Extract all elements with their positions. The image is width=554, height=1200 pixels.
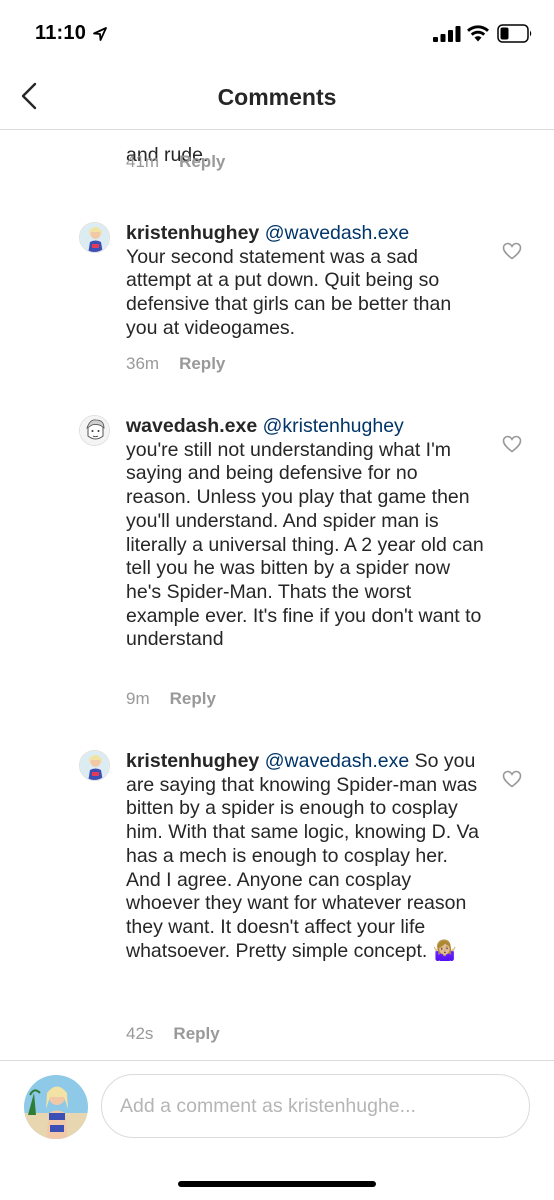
reply-button[interactable]: Reply xyxy=(173,1024,219,1043)
comment-username[interactable]: kristenhughey xyxy=(126,222,259,244)
location-arrow-icon xyxy=(93,27,107,41)
cellular-signal-icon xyxy=(433,26,461,42)
comment-meta: 36m Reply xyxy=(126,354,225,374)
comment-mention[interactable]: @wavedash.exe xyxy=(265,222,409,244)
heart-icon[interactable] xyxy=(502,242,522,260)
comment-username[interactable]: wavedash.exe xyxy=(126,415,257,437)
comment-mention[interactable]: @wavedash.exe xyxy=(265,750,409,772)
comment-age: 41m xyxy=(126,152,160,171)
comment-input[interactable] xyxy=(101,1074,530,1138)
comment-text: wavedash.exe @kristenhughey you're still… xyxy=(126,415,486,652)
heart-icon[interactable] xyxy=(502,770,522,788)
avatar[interactable] xyxy=(79,750,110,781)
comment-body: Your second statement was a sad attempt … xyxy=(126,245,452,339)
comment-mention[interactable]: @kristenhughey xyxy=(263,415,404,437)
reply-button[interactable]: Reply xyxy=(179,354,225,373)
comment-text: kristenhughey @wavedash.exe So you are s… xyxy=(126,750,486,963)
status-bar: 11:10 xyxy=(0,0,554,66)
nav-bar: Comments xyxy=(0,66,554,130)
avatar-image xyxy=(24,1075,88,1139)
avatar-image xyxy=(80,223,109,252)
home-indicator xyxy=(178,1181,376,1187)
page-title: Comments xyxy=(217,84,337,110)
comment-meta: 9m Reply xyxy=(126,689,216,709)
comment-username[interactable]: kristenhughey xyxy=(126,750,259,772)
comment-meta: 42s Reply xyxy=(126,1024,220,1044)
comment-composer xyxy=(0,1060,554,1200)
comment-list: and rude. 41m Reply kristenhughey @waveda… xyxy=(0,130,554,1050)
heart-icon[interactable] xyxy=(502,435,522,453)
comment-age: 42s xyxy=(126,1024,154,1043)
battery-icon xyxy=(497,24,532,43)
avatar[interactable] xyxy=(79,222,110,253)
avatar[interactable] xyxy=(79,415,110,446)
wifi-icon xyxy=(467,25,489,42)
reply-button[interactable]: Reply xyxy=(170,689,216,708)
avatar-image xyxy=(80,751,109,780)
comment-body: you're still not understanding what I'm … xyxy=(126,438,484,651)
comment-meta: 41m Reply xyxy=(126,152,225,172)
avatar-image xyxy=(80,416,109,445)
comment-age: 36m xyxy=(126,354,160,373)
reply-button[interactable]: Reply xyxy=(179,152,225,171)
avatar[interactable] xyxy=(24,1075,88,1139)
comment-body: So you are saying that knowing Spider-ma… xyxy=(126,750,479,962)
comment-age: 9m xyxy=(126,689,150,708)
comment-text: kristenhughey @wavedash.exe Your second … xyxy=(126,222,486,341)
status-time: 11:10 xyxy=(35,22,87,44)
